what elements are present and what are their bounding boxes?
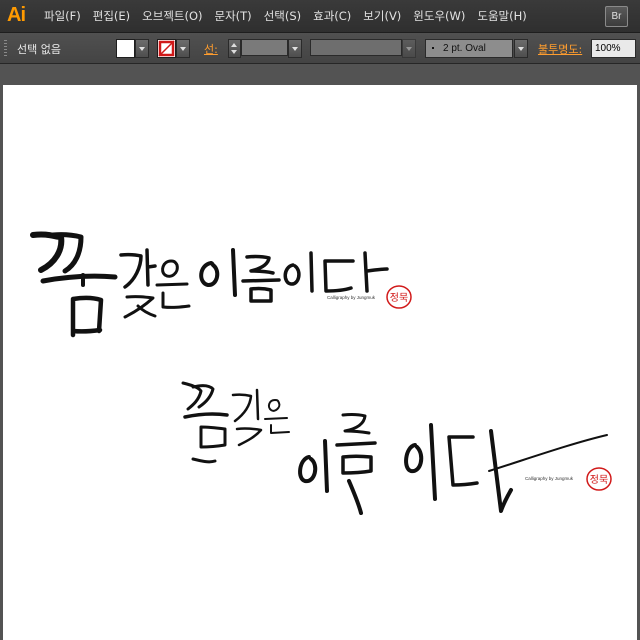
stroke-weight-field[interactable] — [241, 39, 288, 56]
no-stroke-icon — [158, 40, 175, 57]
menu-edit[interactable]: 편집(E) — [87, 0, 136, 32]
calligraphy-line-1 — [30, 231, 389, 338]
bridge-button[interactable]: Br — [605, 6, 628, 27]
panel-grip[interactable] — [4, 40, 7, 56]
menu-window[interactable]: 윈도우(W) — [407, 0, 471, 32]
stroke-weight-stepper[interactable] — [228, 39, 241, 58]
seal-stamp-1: 정묵 — [386, 285, 412, 309]
brush-definition-field[interactable]: 2 pt. Oval — [425, 39, 513, 58]
menu-object[interactable]: 오브젝트(O) — [136, 0, 208, 32]
menu-bar: Ai 파일(F) 편집(E) 오브젝트(O) 문자(T) 선택(S) 효과(C)… — [0, 0, 640, 33]
brush-definition-value: 2 pt. Oval — [443, 43, 486, 54]
artist-credit-2: Calligraphy by Jungmuk — [525, 476, 574, 481]
svg-text:정묵: 정묵 — [590, 474, 608, 486]
fill-dropdown[interactable] — [135, 39, 149, 58]
stroke-label[interactable]: 선: — [204, 41, 218, 57]
menu-help[interactable]: 도움말(H) — [471, 0, 532, 32]
increment-icon — [231, 43, 237, 47]
menu-view[interactable]: 보기(V) — [357, 0, 407, 32]
stroke-swatch-none[interactable] — [157, 39, 176, 58]
control-bar: 선택 없음 선: 2 pt. Oval 불투명도: 100% — [0, 33, 640, 64]
selection-status: 선택 없음 — [17, 43, 61, 56]
decrement-icon — [231, 50, 237, 54]
brush-dot-icon — [432, 47, 434, 50]
stroke-dropdown[interactable] — [176, 39, 190, 58]
menu-effect[interactable]: 효과(C) — [307, 0, 357, 32]
opacity-field[interactable]: 100% — [591, 39, 636, 58]
svg-text:정묵: 정묵 — [390, 292, 408, 304]
calligraphy-artwork: 정묵 정묵 — [30, 231, 612, 515]
artboard-canvas[interactable]: 정묵 정묵 Calligraphy by Jungmuk Calligraphy… — [3, 85, 637, 640]
menu-items: 파일(F) 편집(E) 오브젝트(O) 문자(T) 선택(S) 효과(C) 보기… — [38, 0, 533, 32]
brush-dropdown[interactable] — [514, 39, 528, 58]
menu-file[interactable]: 파일(F) — [38, 0, 87, 32]
calligraphy-line-2 — [181, 381, 608, 515]
profile-dropdown[interactable] — [402, 39, 416, 58]
stroke-weight-dropdown[interactable] — [288, 39, 302, 58]
artist-credit-1: Calligraphy by Jungmuk — [327, 295, 376, 300]
menu-select[interactable]: 선택(S) — [258, 0, 307, 32]
fill-swatch[interactable] — [116, 39, 135, 58]
variable-width-profile[interactable] — [310, 39, 402, 56]
illustrator-logo: Ai — [7, 4, 26, 26]
seal-stamp-2: 정묵 — [586, 467, 612, 491]
opacity-label[interactable]: 불투명도: — [538, 41, 582, 57]
menu-type[interactable]: 문자(T) — [209, 0, 258, 32]
